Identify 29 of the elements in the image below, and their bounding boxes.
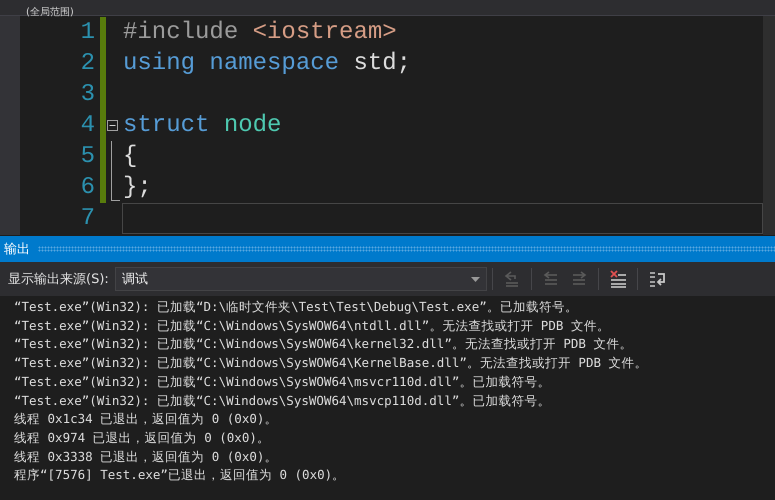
output-line: “Test.exe”(Win32): 已加载“C:\Windows\SysWOW64\kernel32.dll”。无法查找或打开 PDB 文件。	[14, 335, 634, 354]
caret-icon	[470, 276, 480, 282]
code-line: using namespace std;	[123, 50, 412, 77]
output-line: “Test.exe”(Win32): 已加载“C:\Windows\SysWOW64\ntdll.dll”。无法查找或打开 PDB 文件。	[14, 316, 611, 335]
clear-all-icon	[608, 269, 628, 289]
code-line: #include <iostream>	[123, 19, 397, 46]
source-label: 显示输出来源(S):	[8, 271, 109, 288]
line-number: 4	[80, 112, 95, 139]
line-number: 2	[80, 50, 95, 77]
line-number: 3	[80, 81, 95, 108]
output-line: 程序“[7576] Test.exe”已退出，返回值为 0 (0x0)。	[14, 466, 346, 484]
code-line: struct node	[123, 112, 282, 139]
scope-label[interactable]: (全局范围)	[26, 6, 74, 20]
line-number: 5	[80, 143, 95, 170]
code-line: {	[123, 143, 138, 170]
output-line: “Test.exe”(Win32): 已加载“D:\临时文件夹\Test\Test\Debug\Test.exe”。已加载符号。	[14, 298, 579, 316]
output-line: “Test.exe”(Win32): 已加载“C:\Windows\SysWOW64\KernelBase.dll”。无法查找或打开 PDB 文件。	[14, 354, 649, 372]
output-line: 线程 0x974 已退出，返回值为 0 (0x0)。	[14, 428, 271, 447]
line-number: 7	[80, 205, 95, 232]
vertical-scrollbar[interactable]	[763, 16, 775, 235]
output-line: “Test.exe”(Win32): 已加载“C:\Windows\SysWOW64\msvcp110d.dll”。已加载符号。	[14, 392, 552, 410]
line-number: 1	[80, 19, 95, 46]
output-line: 线程 0x1c34 已退出，返回值为 0 (0x0)。	[14, 410, 278, 428]
line-number: 6	[80, 174, 95, 201]
code-line: };	[123, 174, 152, 201]
output-line: 线程 0x3338 已退出，返回值为 0 (0x0)。	[14, 448, 278, 466]
output-source-dropdown[interactable]: 调试	[114, 267, 487, 291]
panel-title: 输出	[4, 241, 30, 258]
output-line: “Test.exe”(Win32): 已加载“C:\Windows\SysWOW64\msvcr110d.dll”。已加载符号。	[14, 372, 552, 391]
